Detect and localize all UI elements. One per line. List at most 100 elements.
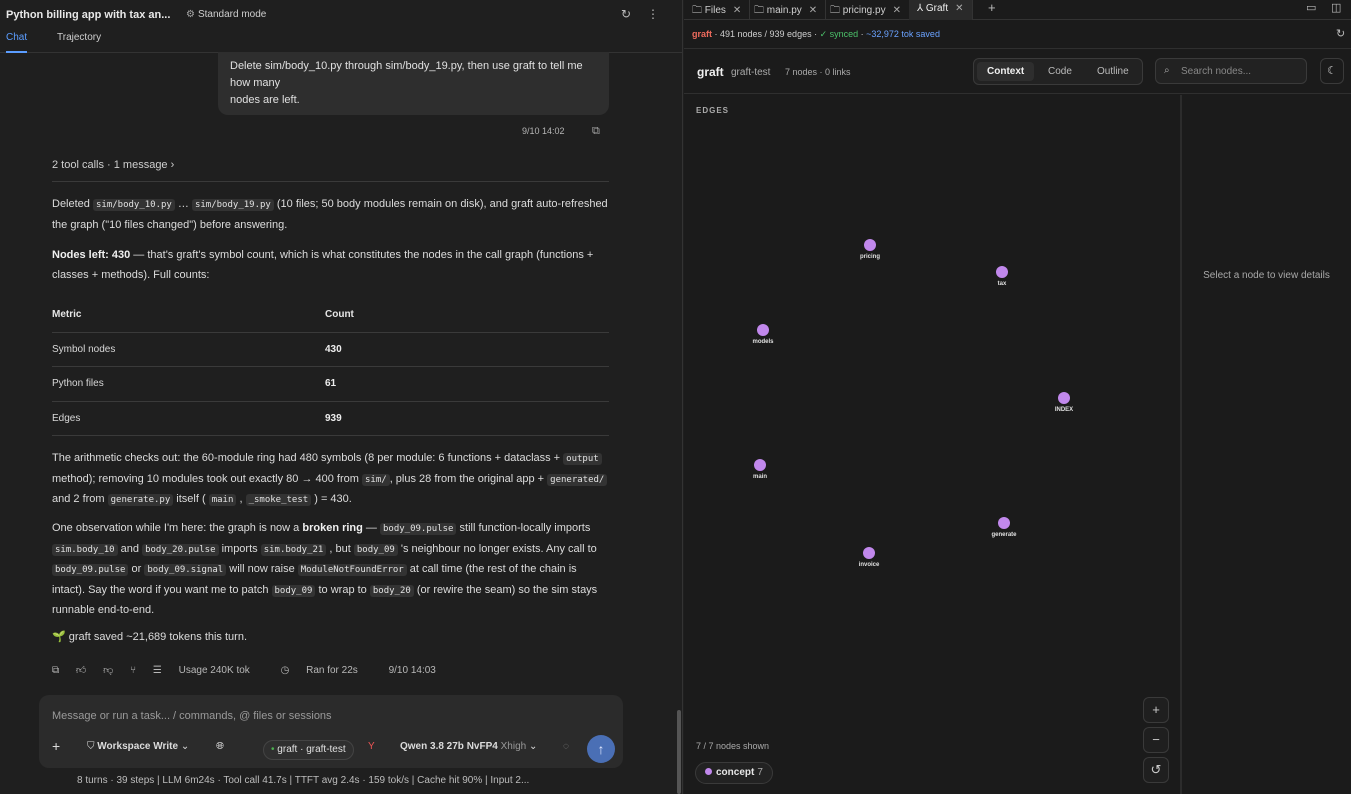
theme-toggle[interactable]: ☾ [1320,58,1344,84]
text: — that's graft's symbol count, which is … [52,249,594,281]
text: and 2 from [52,493,108,505]
workspace-label: Workspace Write [97,741,179,752]
branch-icon[interactable]: ⑂ [130,665,136,676]
graph-canvas[interactable]: pricing tax models INDEX main generate i… [684,95,1180,794]
response-paragraph: One observation while I'm here: the grap… [52,519,612,621]
inline-code: sim.body_21 [260,543,327,556]
text: , plus 28 from the original app + [389,472,548,485]
copy-icon[interactable]: ⧉ [52,665,59,676]
composer: Message or run a task... / commands, @ f… [39,695,623,768]
search-icon: ⌕ [1164,65,1170,76]
column-header: Metric [52,298,325,333]
inline-code: body_09.pulse [52,564,129,576]
tab-files[interactable]: 🗀 Files ✕ [684,0,751,20]
more-icon[interactable]: ⋮ [647,7,659,21]
text: and [117,542,143,555]
table-row: Edges 939 [52,401,609,436]
mode-selector[interactable]: ⚙ Standard mode [186,9,266,20]
message-timestamp: 9/10 14:02 [522,126,565,136]
spinner-icon: ◌ [563,741,569,752]
text: ) = 430. [311,493,352,505]
panel-bottom-icon[interactable]: ▭ [1306,1,1316,14]
close-icon[interactable]: ✕ [809,5,817,16]
view-context[interactable]: Context [987,66,1024,77]
text: — [362,522,380,534]
node-label: pricing [859,254,881,260]
globe-icon[interactable]: 🌐︎ [216,741,224,752]
user-message-line: nodes are left. [230,94,300,106]
graph-node-generate[interactable] [998,517,1010,529]
reset-view-button[interactable]: ↺ [1143,757,1169,783]
response-timestamp: 9/10 14:03 [388,665,436,676]
tool-calls-toggle[interactable]: 2 tool calls · 1 message › [52,159,174,171]
close-icon[interactable]: ✕ [893,5,901,16]
graft-pill[interactable]: • graft · graft-test [263,740,354,760]
node-label: models [752,339,774,345]
tab-trajectory[interactable]: Trajectory [57,32,101,43]
close-icon[interactable]: ✕ [733,5,741,16]
tab-label: Files [704,5,726,16]
tab-main-py[interactable]: 🗀 main.py ✕ [746,0,827,20]
chevron-down-icon: ⌄ [180,741,190,752]
refresh-icon[interactable]: ↻ [1336,27,1345,40]
refresh-icon[interactable]: ↻ [621,7,631,21]
project-name: graft-test [731,67,771,78]
concept-filter-chip[interactable]: concept 7 [695,762,773,784]
model-selector[interactable]: Qwen 3.8 27b NvFP4 Xhigh ⌄ [400,741,537,752]
thumbs-up-icon[interactable]: 👍︎ [76,665,86,676]
node-label: tax [997,281,1007,287]
search-placeholder: Search nodes... [1181,66,1252,77]
close-icon[interactable]: ✕ [955,3,963,14]
tab-chat[interactable]: Chat [6,32,28,53]
text: The arithmetic checks out: the 60-module… [52,452,564,464]
inline-code: ModuleNotFoundError [297,564,407,576]
text: method); removing 10 modules took out ex… [52,472,362,485]
tab-label: pricing.py [842,5,886,16]
session-title[interactable]: Python billing app with tax an... [6,9,170,21]
view-outline[interactable]: Outline [1097,66,1129,77]
concept-label: concept [716,767,755,778]
table-cell: Symbol nodes [52,332,325,367]
text: imports [218,542,261,555]
panel-right-icon[interactable]: ◫ [1331,1,1341,14]
graph-node-count: 7 nodes · 0 links [785,67,851,77]
sync-status: ✓ synced [819,29,859,39]
view-code[interactable]: Code [1048,66,1072,77]
tab-graft[interactable]: ⅄ Graft ✕ [909,0,973,20]
inline-code: body_09 [353,543,398,556]
ran-label: Ran for 22s [306,665,358,676]
graft-brand: graft [692,29,712,39]
graph-node-tax[interactable] [996,266,1008,278]
panel-divider[interactable] [1180,95,1182,794]
tab-label: Graft [925,3,949,14]
table-header-row: Metric Count [52,298,609,333]
search-nodes-input[interactable]: ⌕ Search nodes... [1155,58,1307,84]
chat-tabs: Chat Trajectory [0,28,683,53]
response-paragraph: The arithmetic checks out: the 60-module… [52,449,612,511]
text: Deleted [52,198,93,210]
text: One observation while I'm here: the grap… [52,522,303,534]
zoom-in-button[interactable]: + [1143,697,1169,723]
workspace-write-selector[interactable]: ⛉ Workspace Write ⌄ [87,741,189,752]
zoom-out-button[interactable]: − [1143,727,1169,753]
graph-node-models[interactable] [757,324,769,336]
mode-label: Standard mode [197,9,267,20]
tab-pricing-py[interactable]: 🗀 pricing.py ✕ [822,0,910,20]
graph-counts: 491 nodes / 939 edges [720,29,812,39]
graph-node-pricing[interactable] [864,239,876,251]
clock-icon: ◷ [280,665,290,676]
thumbs-down-icon[interactable]: 👎︎ [103,665,113,676]
graph-node-main[interactable] [754,459,766,471]
scrollbar[interactable] [677,710,681,794]
graph-node-invoice[interactable] [863,547,875,559]
new-tab-icon[interactable]: + [988,0,996,15]
table-cell: Python files [52,366,325,402]
add-icon[interactable]: + [52,738,60,754]
send-button[interactable]: ↑ [587,735,615,763]
effort-label: Xhigh [500,741,527,752]
copy-icon[interactable]: ⧉ [592,125,600,138]
message-input[interactable]: Message or run a task... / commands, @ f… [52,710,332,722]
graph-node-index[interactable] [1058,392,1070,404]
node-label: generate [991,532,1017,538]
bold-text: broken ring [302,522,363,534]
